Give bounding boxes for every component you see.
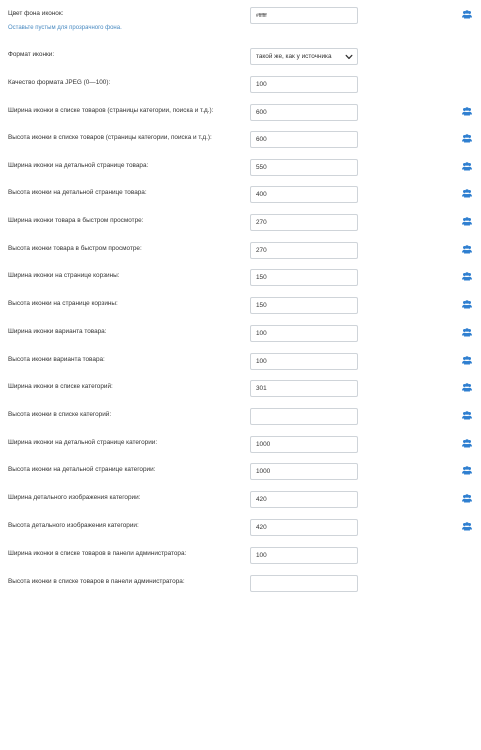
size-field-input[interactable] <box>250 269 358 286</box>
size-field-input[interactable] <box>250 519 358 536</box>
row-size-field: Ширина иконки в списке товаров (страницы… <box>0 104 481 122</box>
users-icon[interactable] <box>462 411 472 420</box>
chevron-down-icon <box>345 54 353 60</box>
size-field-input[interactable] <box>250 353 358 370</box>
row-size-field: Ширина иконки на странице корзины: <box>0 269 481 287</box>
size-field-label: Высота иконки в списке товаров в панели … <box>8 578 185 585</box>
size-field-label: Высота детального изображения категории: <box>8 522 139 529</box>
size-field-label: Ширина иконки в списке товаров в панели … <box>8 550 187 557</box>
size-field-input[interactable] <box>250 242 358 259</box>
users-icon[interactable] <box>462 466 472 475</box>
size-field-input[interactable] <box>250 159 358 176</box>
size-field-label: Высота иконки на детальной странице кате… <box>8 466 156 473</box>
row-size-field: Ширина иконки на детальной странице кате… <box>0 436 481 454</box>
size-field-input[interactable] <box>250 436 358 453</box>
users-icon[interactable] <box>462 245 472 254</box>
jpeg-quality-label: Качество формата JPEG (0—100): <box>8 79 111 86</box>
users-icon[interactable] <box>462 522 472 531</box>
users-icon[interactable] <box>462 10 472 19</box>
size-field-input[interactable] <box>250 186 358 203</box>
size-field-label: Ширина иконки на странице корзины: <box>8 272 120 279</box>
row-size-field: Высота иконки в списке товаров (страницы… <box>0 131 481 149</box>
size-field-input[interactable] <box>250 408 358 425</box>
row-size-field: Высота иконки в списке товаров в панели … <box>0 575 481 593</box>
users-icon[interactable] <box>462 328 472 337</box>
users-icon[interactable] <box>462 300 472 309</box>
size-field-label: Высота иконки на детальной странице това… <box>8 189 147 196</box>
size-field-input[interactable] <box>250 463 358 480</box>
row-size-field: Ширина иконки товара в быстром просмотре… <box>0 214 481 232</box>
users-icon[interactable] <box>462 162 472 171</box>
format-label: Формат иконки: <box>8 51 55 58</box>
row-size-field: Высота иконки в списке категорий: <box>0 408 481 426</box>
size-field-input[interactable] <box>250 214 358 231</box>
row-size-field: Ширина иконки на детальной странице това… <box>0 159 481 177</box>
size-field-input[interactable] <box>250 547 358 564</box>
users-icon[interactable] <box>462 217 472 226</box>
size-field-label: Ширина иконки на детальной странице кате… <box>8 439 158 446</box>
row-size-field: Ширина детального изображения категории: <box>0 491 481 509</box>
users-icon[interactable] <box>462 107 472 116</box>
row-size-field: Ширина иконки варианта товара: <box>0 325 481 343</box>
row-format: Формат иконки: такой же, как у источника <box>0 48 481 66</box>
size-field-label: Ширина иконки на детальной странице това… <box>8 162 149 169</box>
users-icon[interactable] <box>462 356 472 365</box>
row-bg-color: Цвет фона иконок: Оставьте пустым для пр… <box>0 7 481 31</box>
size-field-label: Высота иконки товара в быстром просмотре… <box>8 245 142 252</box>
row-size-field: Высота иконки товара в быстром просмотре… <box>0 242 481 260</box>
bg-color-label: Цвет фона иконок: <box>8 10 64 17</box>
size-field-label: Высота иконки на странице корзины: <box>8 300 118 307</box>
jpeg-quality-input[interactable] <box>250 76 358 93</box>
size-field-label: Ширина детального изображения категории: <box>8 494 141 501</box>
users-icon[interactable] <box>462 494 472 503</box>
size-field-input[interactable] <box>250 131 358 148</box>
users-icon[interactable] <box>462 189 472 198</box>
users-icon[interactable] <box>462 439 472 448</box>
size-field-input[interactable] <box>250 325 358 342</box>
size-field-label: Ширина иконки товара в быстром просмотре… <box>8 217 144 224</box>
size-field-label: Ширина иконки в списке категорий: <box>8 383 113 390</box>
row-size-field: Высота иконки варианта товара: <box>0 353 481 371</box>
size-field-label: Высота иконки в списке категорий: <box>8 411 112 418</box>
size-field-label: Высота иконки в списке товаров (страницы… <box>8 134 212 141</box>
row-jpeg-quality: Качество формата JPEG (0—100): <box>0 76 481 94</box>
row-size-field: Высота детального изображения категории: <box>0 519 481 537</box>
size-field-input[interactable] <box>250 297 358 314</box>
bg-color-hint: Оставьте пустым для прозрачного фона. <box>8 25 122 31</box>
row-size-field: Высота иконки на детальной странице това… <box>0 186 481 204</box>
size-field-input[interactable] <box>250 575 358 592</box>
size-field-input[interactable] <box>250 491 358 508</box>
format-select-value: такой же, как у источника <box>256 53 332 60</box>
row-size-field: Ширина иконки в списке товаров в панели … <box>0 547 481 565</box>
bg-color-input[interactable] <box>250 7 358 24</box>
format-select[interactable]: такой же, как у источника <box>250 48 358 65</box>
size-field-input[interactable] <box>250 104 358 121</box>
size-field-label: Высота иконки варианта товара: <box>8 356 105 363</box>
size-field-label: Ширина иконки варианта товара: <box>8 328 107 335</box>
users-icon[interactable] <box>462 272 472 281</box>
row-size-field: Ширина иконки в списке категорий: <box>0 380 481 398</box>
size-field-input[interactable] <box>250 380 358 397</box>
users-icon[interactable] <box>462 383 472 392</box>
size-field-label: Ширина иконки в списке товаров (страницы… <box>8 107 214 114</box>
users-icon[interactable] <box>462 134 472 143</box>
row-size-field: Высота иконки на странице корзины: <box>0 297 481 315</box>
row-size-field: Высота иконки на детальной странице кате… <box>0 463 481 481</box>
